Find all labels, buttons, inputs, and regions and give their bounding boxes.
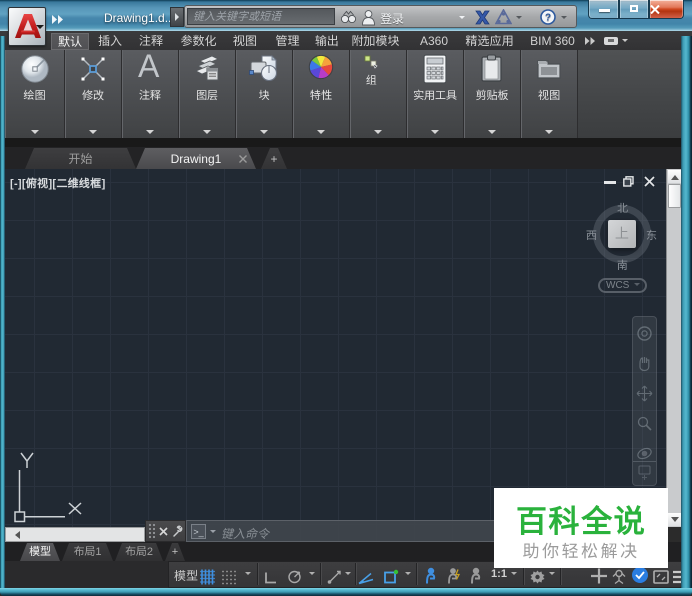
svg-text:?: ?: [545, 13, 551, 24]
